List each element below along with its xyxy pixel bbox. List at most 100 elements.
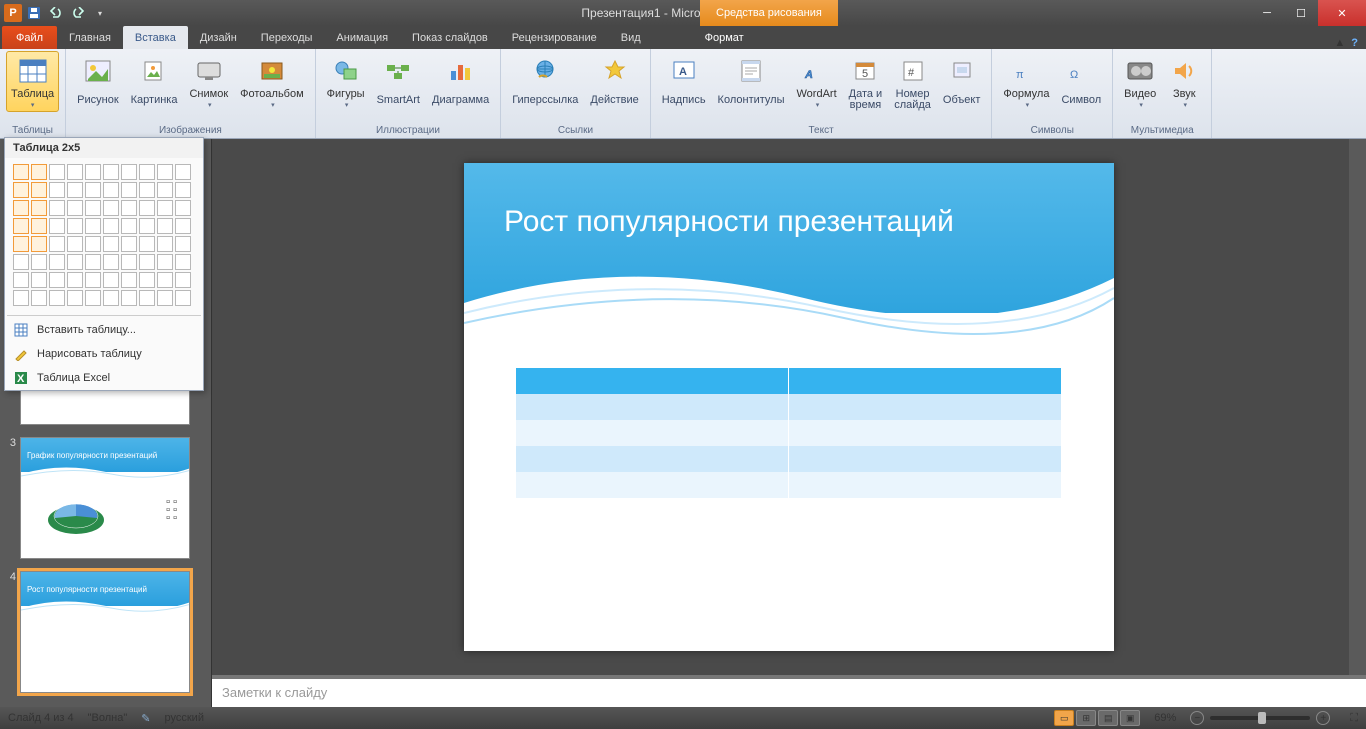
table-grid-cell[interactable] [67,272,83,288]
tab-insert[interactable]: Вставка [123,26,188,49]
qat-customize[interactable]: ▾ [90,3,110,23]
table-grid-cell[interactable] [121,236,137,252]
object-button[interactable]: Объект [938,51,985,112]
table-grid-cell[interactable] [121,290,137,306]
table-grid-cell[interactable] [157,200,173,216]
view-reading[interactable]: ▤ [1098,710,1118,726]
equation-button[interactable]: πФормула ▾ [998,51,1054,112]
table-grid-cell[interactable] [139,182,155,198]
slidenumber-button[interactable]: #Номер слайда [889,51,936,112]
table-grid-cell[interactable] [85,272,101,288]
insert-table-menuitem[interactable]: Вставить таблицу... [5,318,203,342]
table-grid-cell[interactable] [103,164,119,180]
table-grid-cell[interactable] [121,164,137,180]
table-grid-cell[interactable] [31,218,47,234]
table-grid-cell[interactable] [103,182,119,198]
table-grid-cell[interactable] [13,218,29,234]
table-grid-cell[interactable] [49,236,65,252]
table-grid-cell[interactable] [13,254,29,270]
table-grid-cell[interactable] [85,182,101,198]
table-grid-cell[interactable] [49,200,65,216]
table-grid-cell[interactable] [139,218,155,234]
table-grid-cell[interactable] [49,218,65,234]
tab-review[interactable]: Рецензирование [500,26,609,49]
zoom-level[interactable]: 69% [1154,712,1176,724]
table-grid-cell[interactable] [67,182,83,198]
table-grid-cell[interactable] [157,290,173,306]
zoom-out-button[interactable]: − [1190,711,1204,725]
table-grid-cell[interactable] [157,218,173,234]
shapes-button[interactable]: Фигуры ▾ [322,51,370,112]
slide-thumbnail-selected[interactable]: Рост популярности презентаций [20,571,190,693]
table-grid-cell[interactable] [67,164,83,180]
table-grid-cell[interactable] [121,254,137,270]
table-grid-cell[interactable] [121,182,137,198]
table-grid-cell[interactable] [157,254,173,270]
table-grid-cell[interactable] [157,272,173,288]
slide-canvas[interactable]: Рост популярности презентаций [464,163,1114,651]
view-sorter[interactable]: ⊞ [1076,710,1096,726]
table-grid-cell[interactable] [175,236,191,252]
table-grid-cell[interactable] [85,200,101,216]
symbol-button[interactable]: ΩСимвол [1056,51,1106,112]
table-grid-cell[interactable] [175,200,191,216]
table-grid-cell[interactable] [103,290,119,306]
clipart-button[interactable]: Картинка [126,51,183,112]
table-grid-cell[interactable] [85,164,101,180]
table-grid-cell[interactable] [103,218,119,234]
table-grid-cell[interactable] [139,254,155,270]
slide-title[interactable]: Рост популярности презентаций [504,205,954,239]
tab-view[interactable]: Вид [609,26,653,49]
table-grid-cell[interactable] [49,290,65,306]
status-language[interactable]: русский [165,712,204,724]
tab-slideshow[interactable]: Показ слайдов [400,26,500,49]
minimize-button[interactable]: ─ [1250,0,1284,26]
tab-format[interactable]: Формат [693,26,756,49]
tab-home[interactable]: Главная [57,26,123,49]
table-grid-cell[interactable] [103,236,119,252]
table-grid-cell[interactable] [13,164,29,180]
table-grid-cell[interactable] [139,272,155,288]
table-grid-cell[interactable] [67,290,83,306]
wordart-button[interactable]: AWordArt ▾ [792,51,842,112]
table-grid-cell[interactable] [49,164,65,180]
file-tab[interactable]: Файл [2,26,57,49]
maximize-button[interactable]: ☐ [1284,0,1318,26]
table-grid-cell[interactable] [13,290,29,306]
table-grid-cell[interactable] [175,182,191,198]
action-button[interactable]: Действие [585,51,643,112]
table-grid-cell[interactable] [175,218,191,234]
table-grid-cell[interactable] [31,236,47,252]
slide-thumbnail[interactable]: График популярности презентаций ▫ ▫▫ ▫▫ … [20,437,190,559]
table-grid-cell[interactable] [13,272,29,288]
table-grid-cell[interactable] [103,254,119,270]
zoom-in-button[interactable]: + [1316,711,1330,725]
audio-button[interactable]: Звук ▾ [1163,51,1205,112]
help-icon[interactable]: ? [1351,37,1358,49]
picture-button[interactable]: Рисунок [72,51,124,112]
table-grid-cell[interactable] [13,236,29,252]
table-size-grid[interactable] [5,158,203,313]
table-grid-cell[interactable] [31,272,47,288]
table-grid-cell[interactable] [121,272,137,288]
table-grid-cell[interactable] [175,164,191,180]
table-grid-cell[interactable] [121,200,137,216]
table-button[interactable]: Таблица▾ [6,51,59,112]
screenshot-button[interactable]: Снимок ▾ [184,51,233,112]
table-grid-cell[interactable] [67,218,83,234]
fit-to-window-button[interactable]: ⛶ [1350,712,1358,725]
hyperlink-button[interactable]: Гиперссылка [507,51,583,112]
table-grid-cell[interactable] [175,254,191,270]
table-grid-cell[interactable] [85,290,101,306]
view-slideshow[interactable]: ▣ [1120,710,1140,726]
ribbon-minimize-icon[interactable]: ▲ [1334,37,1345,49]
app-icon[interactable]: P [4,4,22,22]
table-grid-cell[interactable] [31,254,47,270]
table-grid-cell[interactable] [139,236,155,252]
tab-transitions[interactable]: Переходы [249,26,325,49]
table-grid-cell[interactable] [175,272,191,288]
photoalbum-button[interactable]: Фотоальбом ▾ [235,51,309,112]
textbox-button[interactable]: AНадпись [657,51,711,112]
table-grid-cell[interactable] [31,182,47,198]
close-button[interactable]: ✕ [1318,0,1366,26]
